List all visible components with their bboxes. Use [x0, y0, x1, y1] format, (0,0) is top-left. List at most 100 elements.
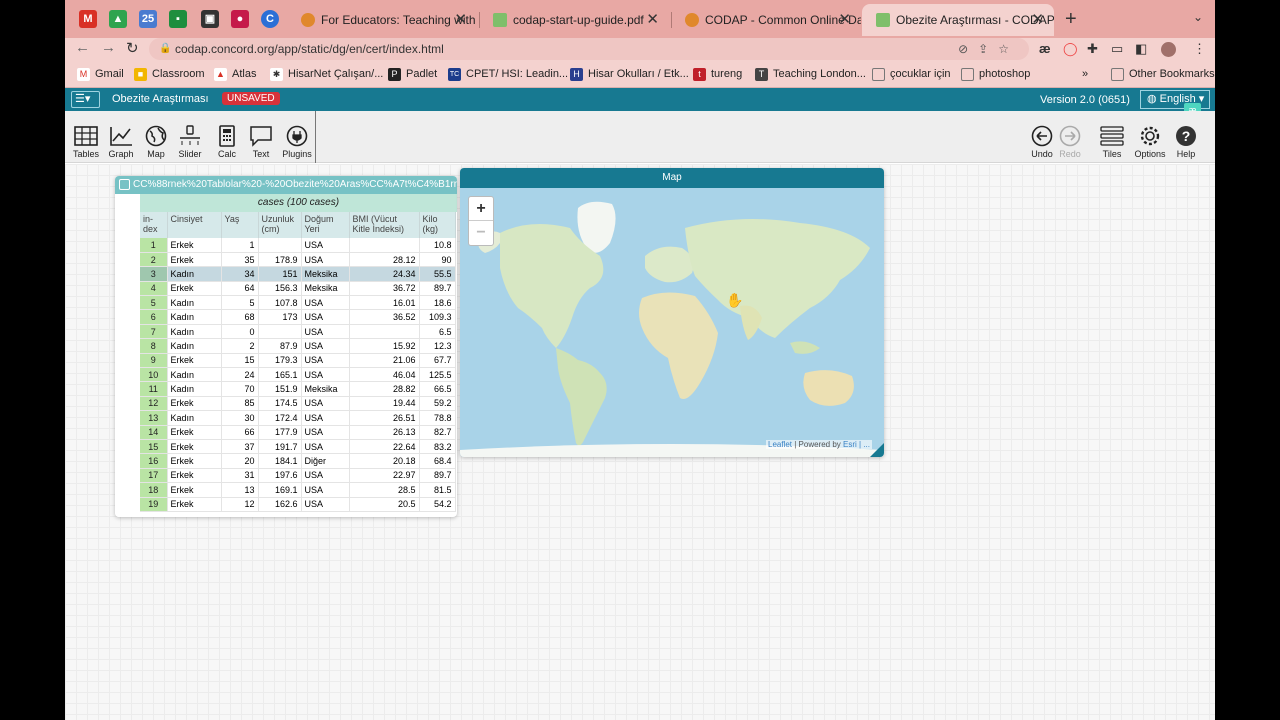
case-table-component[interactable]: CC%88rnek%20Tablolar%20-%20Obezite%20Ara… [115, 176, 457, 517]
row-index-cell[interactable]: 8 [140, 338, 168, 354]
row-index-cell[interactable]: 7 [140, 324, 168, 340]
puzzle-icon[interactable]: ✚ [1087, 41, 1098, 57]
zoom-out-button[interactable]: − [469, 221, 493, 245]
table-cell[interactable]: 90 [419, 252, 456, 268]
more-bookmarks-chevron-icon[interactable]: » [1082, 68, 1088, 80]
world-map-image[interactable] [460, 188, 884, 457]
row-index-cell[interactable]: 16 [140, 453, 168, 469]
plugins-button[interactable]: Plugins [279, 125, 315, 159]
table-cell[interactable]: Kadın [167, 324, 222, 340]
table-cell[interactable]: 85 [221, 396, 259, 412]
table-cell[interactable]: Kadın [167, 367, 222, 383]
table-cell[interactable]: Erkek [167, 497, 222, 512]
avatar[interactable] [1161, 42, 1176, 57]
table-cell[interactable]: 178.9 [258, 252, 302, 268]
table-cell[interactable]: Kadın [167, 410, 222, 426]
table-cell[interactable]: 165.1 [258, 367, 302, 383]
table-cell[interactable]: USA [301, 439, 350, 455]
row-index-cell[interactable]: 11 [140, 381, 168, 397]
table-row[interactable]: 18 Erkek 13 169.1 USA 28.5 81.5 [140, 482, 456, 498]
table-row[interactable]: 3 Kadın 34 151 Meksika 24.34 55.5 [140, 266, 456, 282]
row-index-cell[interactable]: 13 [140, 410, 168, 426]
table-cell[interactable] [258, 238, 302, 253]
table-row[interactable]: 12 Erkek 85 174.5 USA 19.44 59.2 [140, 396, 456, 412]
bookmark-classroom[interactable]: ■ Classroom [134, 68, 205, 81]
table-row[interactable]: 7 Kadın 0 USA 6.5 [140, 324, 456, 340]
table-row[interactable]: 13 Kadın 30 172.4 USA 26.51 78.8 [140, 410, 456, 426]
forward-arrow-icon[interactable]: → [101, 39, 116, 56]
table-cell[interactable]: Erkek [167, 396, 222, 412]
table-cell[interactable]: Diğer [301, 453, 350, 469]
row-index-cell[interactable]: 17 [140, 468, 168, 484]
calc-button[interactable]: Calc [209, 125, 245, 159]
column-header[interactable]: Doğum Yeri [301, 212, 350, 238]
table-cell[interactable]: 0 [221, 324, 259, 340]
graph-button[interactable]: Graph [103, 125, 139, 159]
table-cell[interactable]: USA [301, 252, 350, 268]
bookmark-padlet[interactable]: P Padlet [388, 68, 437, 81]
bookmark-atlas[interactable]: ▲ Atlas [214, 68, 256, 81]
table-row[interactable]: 19 Erkek 12 162.6 USA 20.5 54.2 [140, 497, 456, 512]
table-cell[interactable]: USA [301, 338, 350, 354]
table-cell[interactable]: 70 [221, 381, 259, 397]
table-cell[interactable]: Kadın [167, 309, 222, 325]
table-row[interactable]: 2 Erkek 35 178.9 USA 28.12 90 [140, 252, 456, 268]
map-button[interactable]: Map [138, 125, 174, 159]
table-cell[interactable]: 16.01 [349, 295, 420, 311]
table-cell[interactable]: 20.18 [349, 453, 420, 469]
esri-link[interactable]: Esri | ... [843, 440, 870, 449]
row-index-cell[interactable]: 2 [140, 252, 168, 268]
table-cell[interactable]: 109.3 [419, 309, 456, 325]
back-arrow-icon[interactable]: ← [75, 39, 90, 56]
table-cell[interactable]: 151.9 [258, 381, 302, 397]
bookmark-folder-photoshop[interactable]: photoshop [961, 68, 1030, 81]
table-cell[interactable]: 169.1 [258, 482, 302, 498]
table-cell[interactable]: 34 [221, 266, 259, 282]
table-cell[interactable]: 12.3 [419, 338, 456, 354]
close-icon[interactable]: ✕ [1031, 4, 1044, 36]
table-cell[interactable]: 89.7 [419, 468, 456, 484]
table-cell[interactable]: 21.06 [349, 353, 420, 369]
close-icon[interactable]: ✕ [646, 4, 659, 36]
cast-icon[interactable]: ▭ [1111, 41, 1123, 57]
table-cell[interactable]: 59.2 [419, 396, 456, 412]
table-cell[interactable]: 173 [258, 309, 302, 325]
column-header[interactable]: BMI (Vücut Kitle İndeksi) [349, 212, 420, 238]
pinned-tab-calendar[interactable]: 25 [139, 10, 157, 28]
table-cell[interactable]: Kadın [167, 295, 222, 311]
table-cell[interactable]: 6.5 [419, 324, 456, 340]
table-cell[interactable]: 36.52 [349, 309, 420, 325]
reload-icon[interactable]: ↻ [126, 39, 139, 57]
table-cell[interactable]: Kadın [167, 266, 222, 282]
close-icon[interactable]: ✕ [838, 4, 851, 36]
table-cell[interactable]: 184.1 [258, 453, 302, 469]
table-cell[interactable]: 83.2 [419, 439, 456, 455]
tab-codap-common[interactable]: CODAP - Common Online Data ✕ [671, 4, 861, 36]
tab-obezite[interactable]: Obezite Araştırması - CODAP ✕ [862, 4, 1054, 36]
table-cell[interactable]: 1 [221, 238, 259, 253]
row-index-cell[interactable]: 14 [140, 425, 168, 440]
column-header[interactable]: Cinsiyet [167, 212, 222, 238]
table-cell[interactable]: 28.82 [349, 381, 420, 397]
table-cell[interactable]: 174.5 [258, 396, 302, 412]
row-index-cell[interactable]: 4 [140, 281, 168, 297]
table-cell[interactable]: 22.97 [349, 468, 420, 484]
table-cell[interactable]: USA [301, 324, 350, 340]
table-toggle-icon[interactable] [119, 179, 130, 190]
table-cell[interactable]: USA [301, 410, 350, 426]
table-cell[interactable]: 68 [221, 309, 259, 325]
table-cell[interactable]: 64 [221, 281, 259, 297]
pinned-tab-chat[interactable]: ▪ [169, 10, 187, 28]
table-cell[interactable]: 20 [221, 453, 259, 469]
zoom-in-button[interactable]: + [469, 197, 493, 221]
table-cell[interactable]: 177.9 [258, 425, 302, 440]
row-index-cell[interactable]: 10 [140, 367, 168, 383]
map-component[interactable]: Map + − Leaflet | Powered by Esri | ... … [460, 168, 884, 457]
tables-button[interactable]: Tables [68, 125, 104, 159]
table-cell[interactable]: 179.3 [258, 353, 302, 369]
table-cell[interactable]: 15 [221, 353, 259, 369]
table-cell[interactable]: 191.7 [258, 439, 302, 455]
table-cell[interactable]: USA [301, 353, 350, 369]
row-index-cell[interactable]: 12 [140, 396, 168, 412]
row-index-cell[interactable]: 9 [140, 353, 168, 369]
